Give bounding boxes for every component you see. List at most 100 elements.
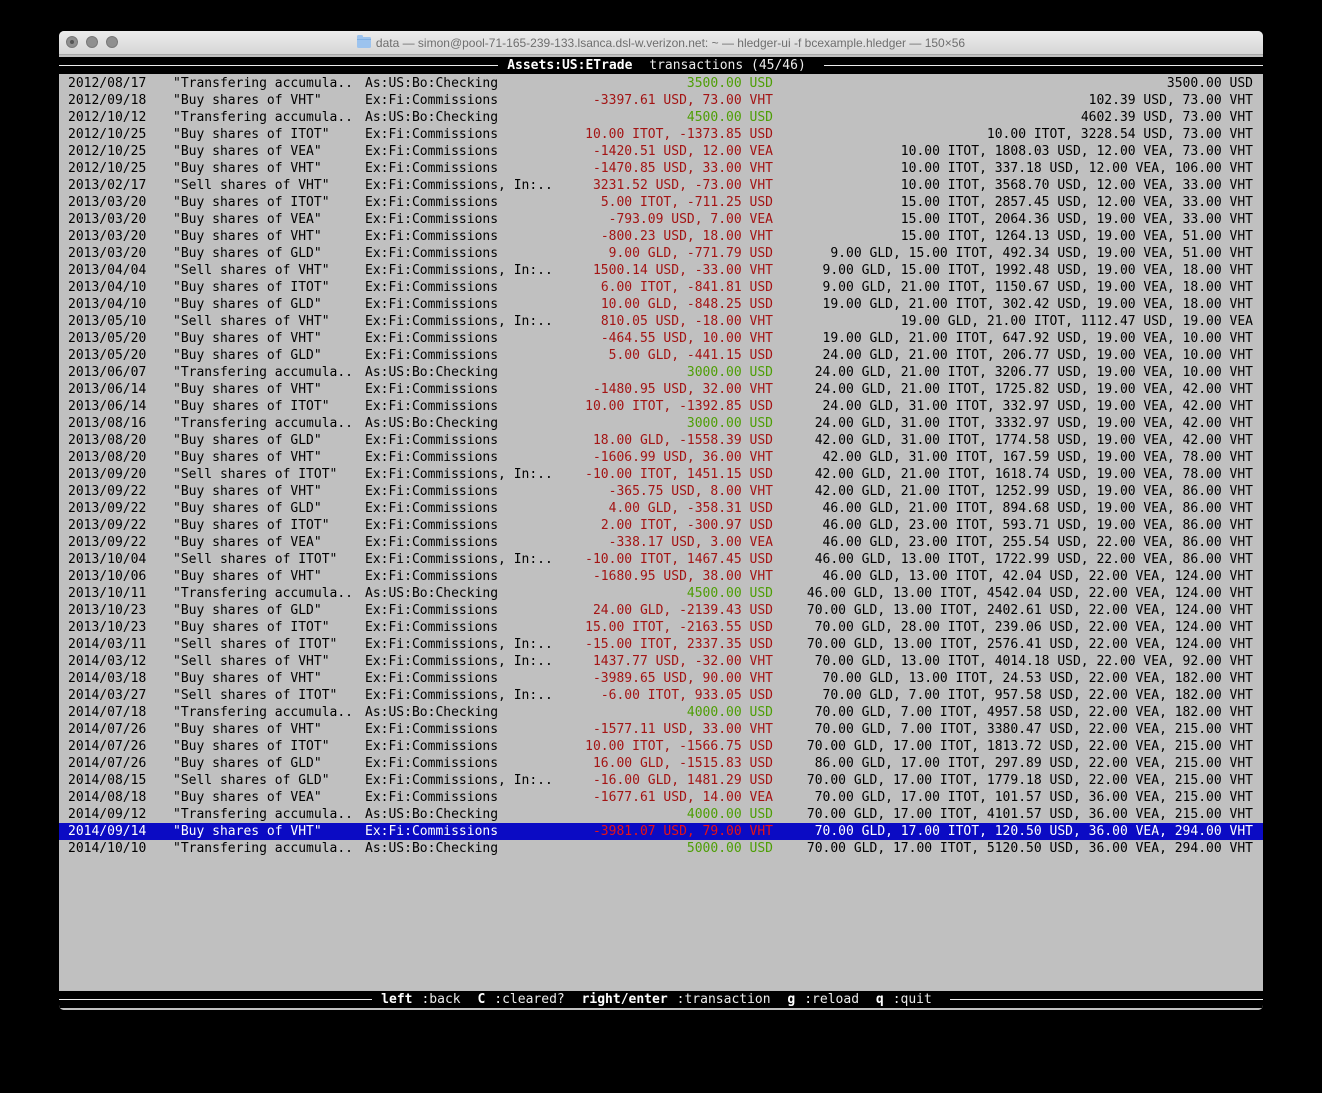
- table-row[interactable]: 2013/10/23"Buy shares of ITOT"Ex:Fi:Comm…: [59, 619, 1263, 636]
- txn-date: 2013/02/17: [68, 177, 146, 194]
- table-row[interactable]: 2013/10/11"Transfering accumula..As:US:B…: [59, 585, 1263, 602]
- txn-balance: 46.00 GLD, 13.00 ITOT, 42.04 USD, 22.00 …: [823, 568, 1253, 585]
- txn-date: 2013/04/04: [68, 262, 146, 279]
- txn-description: "Buy shares of VHT": [173, 483, 322, 500]
- table-row[interactable]: 2013/04/10"Buy shares of ITOT"Ex:Fi:Comm…: [59, 279, 1263, 296]
- txn-balance: 42.00 GLD, 21.00 ITOT, 1618.74 USD, 19.0…: [815, 466, 1253, 483]
- txn-balance: 46.00 GLD, 23.00 ITOT, 593.71 USD, 19.00…: [823, 517, 1253, 534]
- txn-change: 5000.00 USD: [473, 840, 773, 857]
- txn-balance: 46.00 GLD, 13.00 ITOT, 4542.04 USD, 22.0…: [807, 585, 1253, 602]
- table-row[interactable]: 2014/07/26"Buy shares of VHT"Ex:Fi:Commi…: [59, 721, 1263, 738]
- txn-date: 2012/08/17: [68, 75, 146, 92]
- table-row[interactable]: 2013/03/20"Buy shares of VEA"Ex:Fi:Commi…: [59, 211, 1263, 228]
- table-row[interactable]: 2013/09/22"Buy shares of VEA"Ex:Fi:Commi…: [59, 534, 1263, 551]
- table-row[interactable]: 2014/07/18"Transfering accumula..As:US:B…: [59, 704, 1263, 721]
- table-row[interactable]: 2013/04/10"Buy shares of GLD"Ex:Fi:Commi…: [59, 296, 1263, 313]
- hledger-footer-bar: left:back C:cleared? right/enter:transac…: [59, 991, 1263, 1008]
- table-row[interactable]: 2013/03/20"Buy shares of GLD"Ex:Fi:Commi…: [59, 245, 1263, 262]
- table-row[interactable]: 2013/09/22"Buy shares of GLD"Ex:Fi:Commi…: [59, 500, 1263, 517]
- table-row[interactable]: 2013/08/20"Buy shares of GLD"Ex:Fi:Commi…: [59, 432, 1263, 449]
- table-row[interactable]: 2013/02/17"Sell shares of VHT"Ex:Fi:Comm…: [59, 177, 1263, 194]
- table-row[interactable]: 2014/03/12"Sell shares of VHT"Ex:Fi:Comm…: [59, 653, 1263, 670]
- table-row[interactable]: 2014/03/27"Sell shares of ITOT"Ex:Fi:Com…: [59, 687, 1263, 704]
- txn-change: -1470.85 USD, 33.00 VHT: [473, 160, 773, 177]
- table-row[interactable]: 2014/07/26"Buy shares of GLD"Ex:Fi:Commi…: [59, 755, 1263, 772]
- table-row[interactable]: 2013/08/16"Transfering accumula..As:US:B…: [59, 415, 1263, 432]
- txn-description: "Transfering accumula..: [173, 806, 353, 823]
- table-row[interactable]: 2012/10/25"Buy shares of ITOT"Ex:Fi:Comm…: [59, 126, 1263, 143]
- txn-change: 1500.14 USD, -33.00 VHT: [473, 262, 773, 279]
- table-row[interactable]: 2014/07/26"Buy shares of ITOT"Ex:Fi:Comm…: [59, 738, 1263, 755]
- txn-description: "Buy shares of VHT": [173, 721, 322, 738]
- table-row[interactable]: 2013/10/23"Buy shares of GLD"Ex:Fi:Commi…: [59, 602, 1263, 619]
- txn-description: "Buy shares of VHT": [173, 823, 322, 840]
- table-row[interactable]: 2012/08/17"Transfering accumula..As:US:B…: [59, 75, 1263, 92]
- txn-balance: 102.39 USD, 73.00 VHT: [1089, 92, 1253, 109]
- table-row[interactable]: 2012/09/18"Buy shares of VHT"Ex:Fi:Commi…: [59, 92, 1263, 109]
- table-row[interactable]: 2013/09/22"Buy shares of VHT"Ex:Fi:Commi…: [59, 483, 1263, 500]
- table-row[interactable]: 2013/05/10"Sell shares of VHT"Ex:Fi:Comm…: [59, 313, 1263, 330]
- txn-balance: 70.00 GLD, 17.00 ITOT, 4101.57 USD, 36.0…: [807, 806, 1253, 823]
- header-label: Assets:US:ETrade transactions (45/46): [498, 58, 824, 73]
- txn-date: 2014/07/26: [68, 721, 146, 738]
- txn-change: 10.00 GLD, -848.25 USD: [473, 296, 773, 313]
- table-row[interactable]: 2013/06/14"Buy shares of VHT"Ex:Fi:Commi…: [59, 381, 1263, 398]
- table-row[interactable]: 2013/06/14"Buy shares of ITOT"Ex:Fi:Comm…: [59, 398, 1263, 415]
- txn-change: -1577.11 USD, 33.00 VHT: [473, 721, 773, 738]
- table-row[interactable]: 2012/10/25"Buy shares of VEA"Ex:Fi:Commi…: [59, 143, 1263, 160]
- table-row[interactable]: 2012/10/12"Transfering accumula..As:US:B…: [59, 109, 1263, 126]
- table-row[interactable]: 2013/05/20"Buy shares of VHT"Ex:Fi:Commi…: [59, 330, 1263, 347]
- table-row[interactable]: 2013/09/22"Buy shares of ITOT"Ex:Fi:Comm…: [59, 517, 1263, 534]
- window-titlebar[interactable]: data — simon@pool-71-165-239-133.lsanca.…: [59, 31, 1263, 55]
- txn-change: 10.00 ITOT, -1392.85 USD: [473, 398, 773, 415]
- txn-description: "Transfering accumula..: [173, 704, 353, 721]
- footer-key-action: :back: [412, 992, 477, 1007]
- txn-change: 2.00 ITOT, -300.97 USD: [473, 517, 773, 534]
- txn-date: 2013/06/14: [68, 398, 146, 415]
- close-button[interactable]: [66, 36, 78, 48]
- zoom-button[interactable]: [106, 36, 118, 48]
- table-row[interactable]: 2014/03/18"Buy shares of VHT"Ex:Fi:Commi…: [59, 670, 1263, 687]
- table-row[interactable]: 2013/09/20"Sell shares of ITOT"Ex:Fi:Com…: [59, 466, 1263, 483]
- txn-date: 2014/08/18: [68, 789, 146, 806]
- table-row[interactable]: 2013/03/20"Buy shares of VHT"Ex:Fi:Commi…: [59, 228, 1263, 245]
- txn-date: 2014/07/18: [68, 704, 146, 721]
- txn-change: 3500.00 USD: [473, 75, 773, 92]
- txn-balance: 10.00 ITOT, 337.18 USD, 12.00 VEA, 106.0…: [901, 160, 1253, 177]
- table-row[interactable]: 2013/10/04"Sell shares of ITOT"Ex:Fi:Com…: [59, 551, 1263, 568]
- table-row[interactable]: 2012/10/25"Buy shares of VHT"Ex:Fi:Commi…: [59, 160, 1263, 177]
- table-row[interactable]: 2013/05/20"Buy shares of GLD"Ex:Fi:Commi…: [59, 347, 1263, 364]
- table-row[interactable]: 2014/09/14"Buy shares of VHT"Ex:Fi:Commi…: [59, 823, 1263, 840]
- txn-change: 5.00 ITOT, -711.25 USD: [473, 194, 773, 211]
- minimize-button[interactable]: [86, 36, 98, 48]
- table-row[interactable]: 2013/08/20"Buy shares of VHT"Ex:Fi:Commi…: [59, 449, 1263, 466]
- txn-balance: 3500.00 USD: [1167, 75, 1253, 92]
- table-row[interactable]: 2014/10/10"Transfering accumula..As:US:B…: [59, 840, 1263, 857]
- txn-balance: 15.00 ITOT, 2857.45 USD, 12.00 VEA, 33.0…: [901, 194, 1253, 211]
- txn-description: "Buy shares of VEA": [173, 211, 322, 228]
- txn-change: 16.00 GLD, -1515.83 USD: [473, 755, 773, 772]
- table-row[interactable]: 2014/03/11"Sell shares of ITOT"Ex:Fi:Com…: [59, 636, 1263, 653]
- txn-date: 2013/03/20: [68, 228, 146, 245]
- txn-description: "Buy shares of VHT": [173, 670, 322, 687]
- table-row[interactable]: 2013/04/04"Sell shares of VHT"Ex:Fi:Comm…: [59, 262, 1263, 279]
- table-row[interactable]: 2013/06/07"Transfering accumula..As:US:B…: [59, 364, 1263, 381]
- txn-change: 4000.00 USD: [473, 704, 773, 721]
- table-row[interactable]: 2014/09/12"Transfering accumula..As:US:B…: [59, 806, 1263, 823]
- txn-date: 2013/05/20: [68, 330, 146, 347]
- txn-change: -464.55 USD, 10.00 VHT: [473, 330, 773, 347]
- txn-change: -3989.65 USD, 90.00 VHT: [473, 670, 773, 687]
- txn-change: 6.00 ITOT, -841.81 USD: [473, 279, 773, 296]
- txn-date: 2014/08/15: [68, 772, 146, 789]
- txn-date: 2013/08/20: [68, 432, 146, 449]
- txn-description: "Buy shares of GLD": [173, 602, 322, 619]
- table-row[interactable]: 2013/10/06"Buy shares of VHT"Ex:Fi:Commi…: [59, 568, 1263, 585]
- txn-description: "Sell shares of GLD": [173, 772, 330, 789]
- txn-change: 9.00 GLD, -771.79 USD: [473, 245, 773, 262]
- txn-balance: 70.00 GLD, 28.00 ITOT, 239.06 USD, 22.00…: [815, 619, 1253, 636]
- txn-change: -365.75 USD, 8.00 VHT: [473, 483, 773, 500]
- table-row[interactable]: 2014/08/15"Sell shares of GLD"Ex:Fi:Comm…: [59, 772, 1263, 789]
- txn-change: 4.00 GLD, -358.31 USD: [473, 500, 773, 517]
- table-row[interactable]: 2013/03/20"Buy shares of ITOT"Ex:Fi:Comm…: [59, 194, 1263, 211]
- table-row[interactable]: 2014/08/18"Buy shares of VEA"Ex:Fi:Commi…: [59, 789, 1263, 806]
